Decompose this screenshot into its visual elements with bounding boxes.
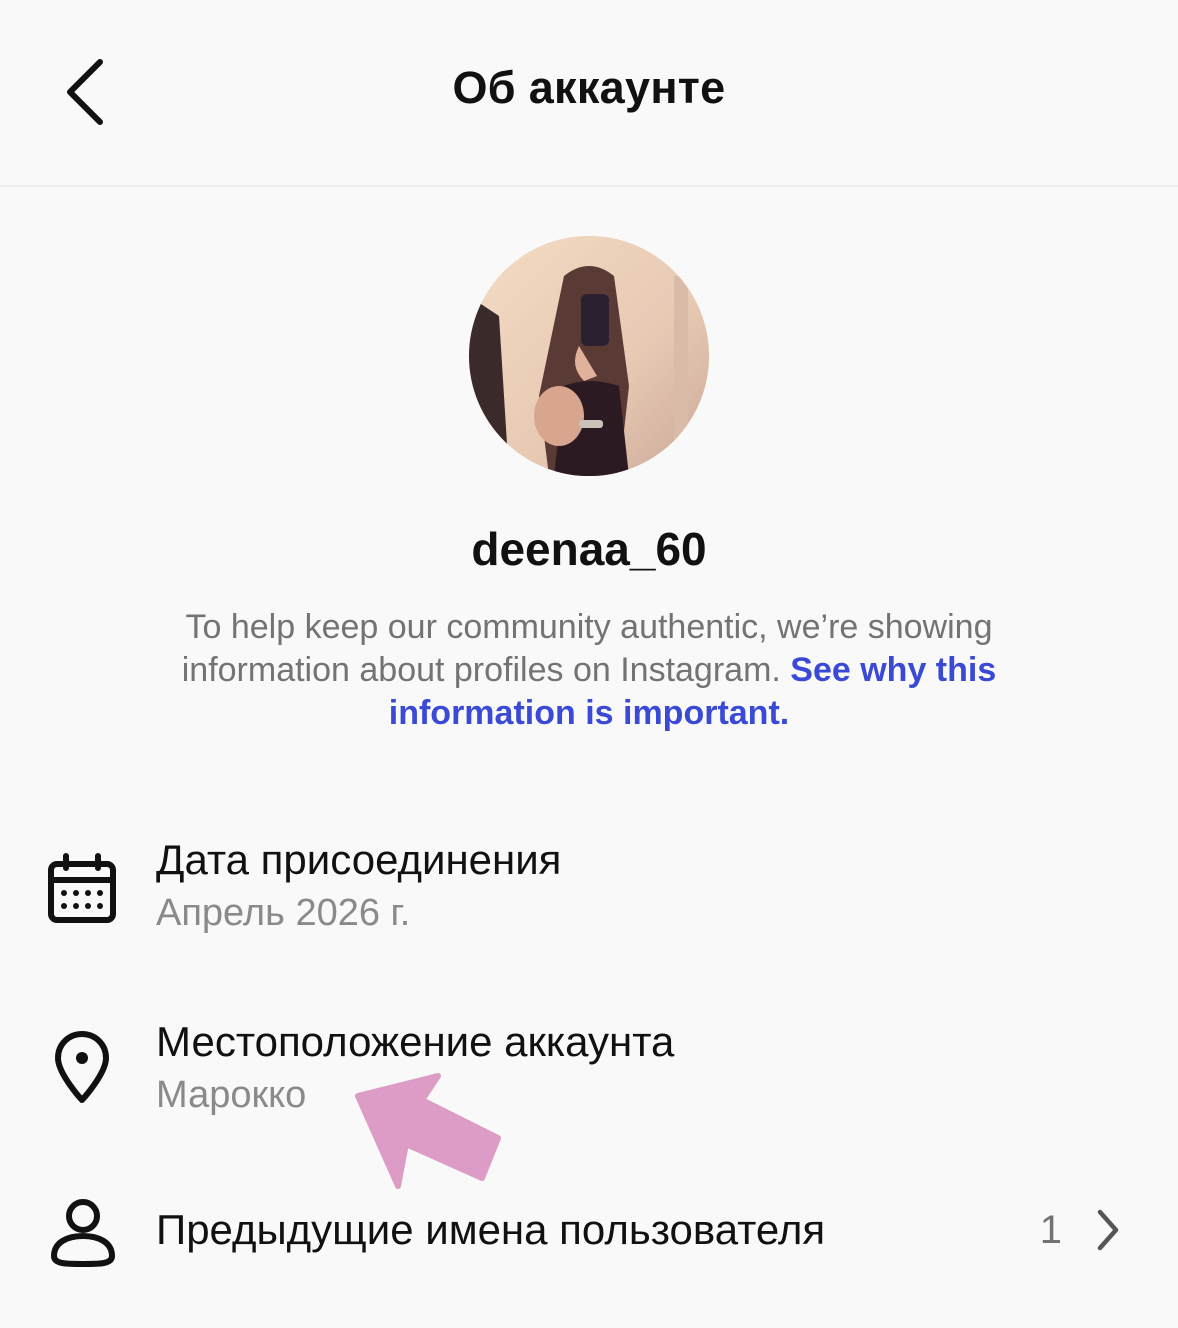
- calendar-icon: [48, 853, 116, 923]
- account-location-value: Марокко: [156, 1074, 307, 1116]
- profile-photo: [469, 236, 709, 476]
- person-icon: [51, 1199, 115, 1267]
- location-pin-icon: [55, 1031, 109, 1103]
- avatar: [469, 236, 709, 476]
- former-usernames-count: 1: [1039, 1208, 1062, 1252]
- username: deenaa_60: [471, 523, 707, 575]
- date-joined-row: Дата присоединения Апрель 2026 г.: [0, 830, 1178, 940]
- date-joined-value: Апрель 2026 г.: [156, 892, 411, 934]
- account-location-row: Местоположение аккаунта Марокко: [0, 1012, 1178, 1122]
- date-joined-label: Дата присоединения: [156, 836, 562, 883]
- top-bar: Об аккаунте: [0, 0, 1178, 187]
- about-account-screen: Об аккаунте deenaa_60 To help keep our c…: [0, 0, 1178, 1328]
- account-location-label: Местоположение аккаунта: [156, 1018, 675, 1065]
- authenticity-info: To help keep our community authentic, we…: [120, 606, 1058, 735]
- page-title: Об аккаунте: [452, 62, 726, 113]
- former-usernames-label: Предыдущие имена пользователя: [156, 1206, 826, 1253]
- pink-arrow-icon: [355, 1073, 501, 1189]
- chevron-right-icon: [1097, 1209, 1119, 1251]
- former-usernames-row[interactable]: Предыдущие имена пользователя 1: [0, 1190, 1178, 1270]
